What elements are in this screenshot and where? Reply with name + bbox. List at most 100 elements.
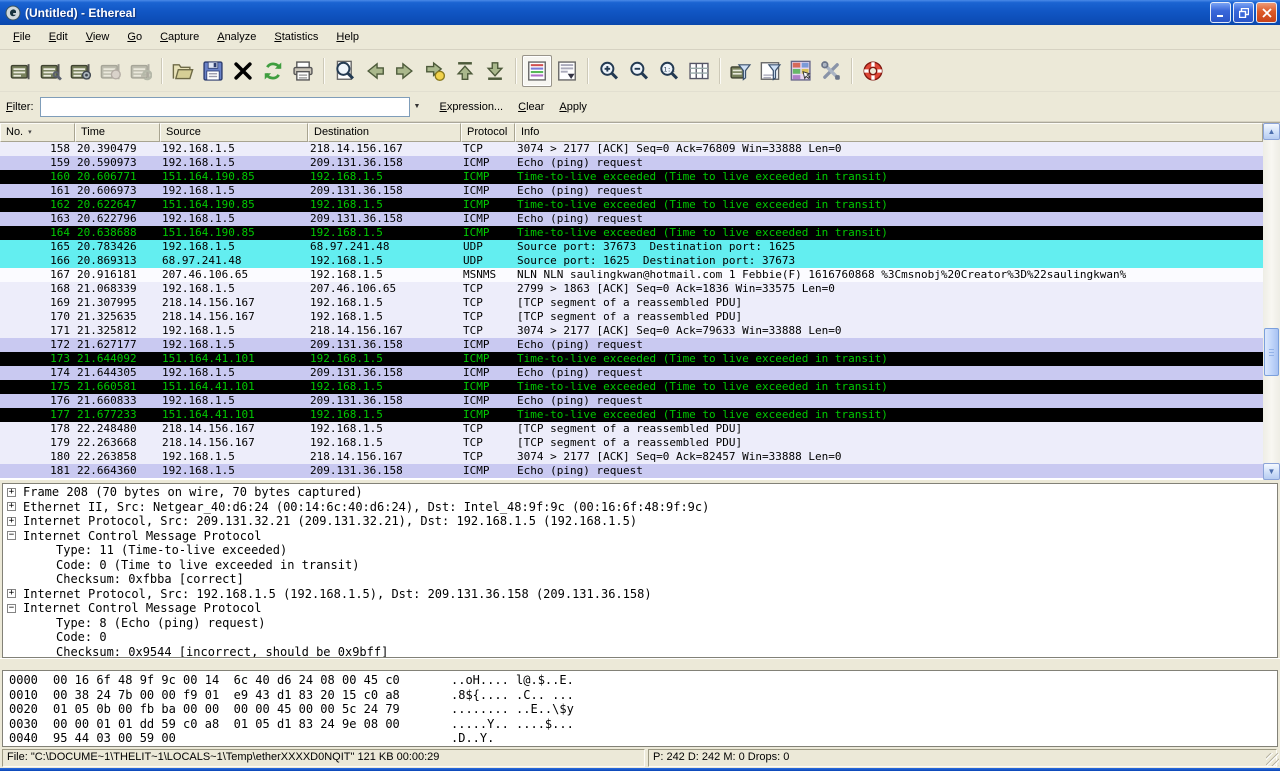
go-bottom-button[interactable] — [480, 55, 510, 87]
packet-row[interactable]: 17021.325635218.14.156.167192.168.1.5TCP… — [0, 310, 1263, 324]
display-filter-button[interactable] — [756, 55, 786, 87]
detail-line[interactable]: Code: 0 — [3, 630, 1277, 645]
preferences-button[interactable] — [816, 55, 846, 87]
detail-line[interactable]: +Frame 208 (70 bytes on wire, 70 bytes c… — [3, 485, 1277, 500]
packet-row[interactable]: 18022.263858192.168.1.5218.14.156.167TCP… — [0, 450, 1263, 464]
filter-input[interactable] — [40, 97, 410, 117]
menu-statistics[interactable]: Statistics — [265, 27, 327, 47]
menu-capture[interactable]: Capture — [151, 27, 208, 47]
print-button[interactable] — [288, 55, 318, 87]
hex-line[interactable]: 002001 05 0b 00 fb ba 00 00 00 00 45 00 … — [9, 702, 1277, 717]
capture-filter-button[interactable] — [726, 55, 756, 87]
clear-button[interactable]: Clear — [518, 101, 544, 113]
column-header-info[interactable]: Info — [515, 123, 1263, 142]
capture-restart-button[interactable] — [126, 55, 156, 87]
detail-line[interactable]: Checksum: 0x9544 [incorrect, should be 0… — [3, 645, 1277, 659]
menu-analyze[interactable]: Analyze — [208, 27, 265, 47]
go-top-button[interactable] — [450, 55, 480, 87]
packet-row[interactable]: 16120.606973192.168.1.5209.131.36.158ICM… — [0, 184, 1263, 198]
packet-row[interactable]: 16720.916181207.46.106.65192.168.1.5MSNM… — [0, 268, 1263, 282]
capture-start-button[interactable] — [66, 55, 96, 87]
expand-icon[interactable]: + — [7, 502, 16, 511]
collapse-icon[interactable]: − — [7, 604, 16, 613]
packet-row[interactable]: 15820.390479192.168.1.5218.14.156.167TCP… — [0, 142, 1263, 156]
save-button[interactable] — [198, 55, 228, 87]
filter-dropdown-arrow-icon[interactable]: ▼ — [410, 97, 425, 117]
detail-line[interactable]: Code: 0 (Time to live exceeded in transi… — [3, 558, 1277, 573]
reload-button[interactable] — [258, 55, 288, 87]
packet-row[interactable]: 17221.627177192.168.1.5209.131.36.158ICM… — [0, 338, 1263, 352]
packet-row[interactable]: 15920.590973192.168.1.5209.131.36.158ICM… — [0, 156, 1263, 170]
menu-view[interactable]: View — [77, 27, 119, 47]
detail-line[interactable]: −Internet Control Message Protocol — [3, 601, 1277, 616]
find-button[interactable] — [330, 55, 360, 87]
colorize-button[interactable] — [522, 55, 552, 87]
packet-row[interactable]: 16921.307995218.14.156.167192.168.1.5TCP… — [0, 296, 1263, 310]
packet-row[interactable]: 16020.606771151.164.190.85192.168.1.5ICM… — [0, 170, 1263, 184]
expand-icon[interactable]: + — [7, 589, 16, 598]
apply-button[interactable]: Apply — [559, 101, 587, 113]
hex-line[interactable]: 003000 00 01 01 dd 59 c0 a8 01 05 d1 83 … — [9, 717, 1277, 732]
hex-line[interactable]: 000000 16 6f 48 9f 9c 00 14 6c 40 d6 24 … — [9, 673, 1277, 688]
expression-button[interactable]: Expression... — [440, 101, 504, 113]
close-button[interactable] — [228, 55, 258, 87]
hex-line[interactable]: 004095 44 03 00 59 00.D..Y. — [9, 731, 1277, 746]
packet-row[interactable]: 17922.263668218.14.156.167192.168.1.5TCP… — [0, 436, 1263, 450]
detail-line[interactable]: +Internet Protocol, Src: 209.131.32.21 (… — [3, 514, 1277, 529]
packet-row[interactable]: 16220.622647151.164.190.85192.168.1.5ICM… — [0, 198, 1263, 212]
packet-row[interactable]: 16420.638688151.164.190.85192.168.1.5ICM… — [0, 226, 1263, 240]
column-header-destination[interactable]: Destination — [308, 123, 461, 142]
forward-button[interactable] — [390, 55, 420, 87]
packet-row[interactable]: 16320.622796192.168.1.5209.131.36.158ICM… — [0, 212, 1263, 226]
packet-row[interactable]: 16620.86931368.97.241.48192.168.1.5UDPSo… — [0, 254, 1263, 268]
packet-row[interactable]: 16821.068339192.168.1.5207.46.106.65TCP2… — [0, 282, 1263, 296]
detail-line[interactable]: Type: 11 (Time-to-live exceeded) — [3, 543, 1277, 558]
autoscroll-button[interactable] — [552, 55, 582, 87]
packet-row[interactable]: 17421.644305192.168.1.5209.131.36.158ICM… — [0, 366, 1263, 380]
packet-row[interactable]: 17721.677233151.164.41.101192.168.1.5ICM… — [0, 408, 1263, 422]
expand-icon[interactable]: + — [7, 517, 16, 526]
capture-interfaces-button[interactable] — [6, 55, 36, 87]
menu-file[interactable]: File — [4, 27, 40, 47]
zoom-in-button[interactable] — [594, 55, 624, 87]
column-header-time[interactable]: Time — [75, 123, 160, 142]
coloring-rules-button[interactable] — [786, 55, 816, 87]
zoom-out-button[interactable] — [624, 55, 654, 87]
column-header-protocol[interactable]: Protocol — [461, 123, 515, 142]
zoom-actual-button[interactable]: 1:1 — [654, 55, 684, 87]
packet-row[interactable]: 16520.783426192.168.1.568.97.241.48UDPSo… — [0, 240, 1263, 254]
expand-icon[interactable]: + — [7, 488, 16, 497]
back-button[interactable] — [360, 55, 390, 87]
goto-packet-button[interactable] — [420, 55, 450, 87]
resize-columns-button[interactable] — [684, 55, 714, 87]
collapse-icon[interactable]: − — [7, 531, 16, 540]
minimize-button[interactable] — [1210, 2, 1231, 23]
hex-line[interactable]: 001000 38 24 7b 00 00 f9 01 e9 43 d1 83 … — [9, 688, 1277, 703]
help-button[interactable] — [858, 55, 888, 87]
menu-go[interactable]: Go — [118, 27, 151, 47]
column-header-source[interactable]: Source — [160, 123, 308, 142]
scroll-down-icon[interactable]: ▼ — [1263, 463, 1280, 480]
maximize-button[interactable] — [1233, 2, 1254, 23]
ethereal-app-icon[interactable] — [5, 5, 21, 21]
detail-line[interactable]: Checksum: 0xfbba [correct] — [3, 572, 1277, 587]
packet-row[interactable]: 17822.248480218.14.156.167192.168.1.5TCP… — [0, 422, 1263, 436]
open-button[interactable] — [168, 55, 198, 87]
packet-row[interactable]: 17121.325812192.168.1.5218.14.156.167TCP… — [0, 324, 1263, 338]
detail-line[interactable]: +Internet Protocol, Src: 192.168.1.5 (19… — [3, 587, 1277, 602]
close-button[interactable] — [1256, 2, 1277, 23]
packet-row[interactable]: 17321.644092151.164.41.101192.168.1.5ICM… — [0, 352, 1263, 366]
menu-help[interactable]: Help — [327, 27, 368, 47]
detail-line[interactable]: Type: 8 (Echo (ping) request) — [3, 616, 1277, 631]
capture-stop-button[interactable] — [96, 55, 126, 87]
packet-row[interactable]: 17621.660833192.168.1.5209.131.36.158ICM… — [0, 394, 1263, 408]
packet-list-scrollbar[interactable]: ▲ ▼ — [1263, 123, 1280, 480]
detail-line[interactable]: +Ethernet II, Src: Netgear_40:d6:24 (00:… — [3, 500, 1277, 515]
scrollbar-thumb[interactable] — [1264, 328, 1279, 376]
column-header-no[interactable]: No.▾ — [0, 123, 75, 142]
resize-grip[interactable] — [1266, 753, 1279, 766]
menu-edit[interactable]: Edit — [40, 27, 77, 47]
packet-row[interactable]: 17521.660581151.164.41.101192.168.1.5ICM… — [0, 380, 1263, 394]
detail-line[interactable]: −Internet Control Message Protocol — [3, 529, 1277, 544]
scroll-up-icon[interactable]: ▲ — [1263, 123, 1280, 140]
